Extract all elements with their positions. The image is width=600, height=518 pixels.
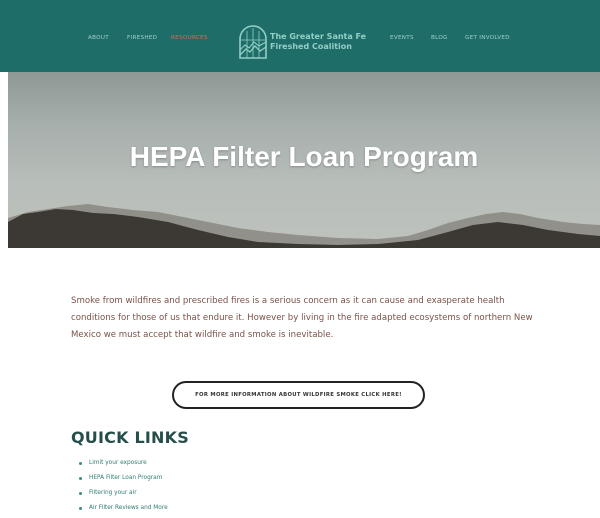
quick-links-list: Limit your exposure HEPA Filter Loan Pro…	[79, 456, 168, 516]
hero-banner: HEPA Filter Loan Program	[8, 72, 600, 248]
nav-item-events[interactable]: EVENTS	[390, 35, 414, 41]
nav-item-resources[interactable]: RESOURCES	[171, 35, 208, 41]
nav-item-fireshed[interactable]: FIRESHED	[127, 35, 157, 41]
site-header: ABOUT FIRESHED RESOURCES The Greater San…	[0, 0, 600, 72]
list-item: Air Filter Reviews and More	[79, 501, 168, 516]
intro-paragraph: Smoke from wildfires and prescribed fire…	[71, 296, 533, 340]
nav-item-about[interactable]: ABOUT	[88, 35, 109, 41]
quick-links-heading: QUICK LINKS	[71, 428, 189, 447]
quick-link-air-filter-reviews[interactable]: Air Filter Reviews and More	[89, 505, 168, 511]
quick-link-hepa-filter-loan[interactable]: HEPA Filter Loan Program	[89, 475, 162, 481]
bullet-icon	[79, 462, 82, 465]
bullet-icon	[79, 507, 82, 510]
fireshed-logo-icon	[239, 25, 267, 59]
bullet-icon	[79, 477, 82, 480]
quick-link-limit-exposure[interactable]: Limit your exposure	[89, 460, 147, 466]
wildfire-smoke-info-button[interactable]: FOR MORE INFORMATION ABOUT WILDFIRE SMOK…	[172, 381, 425, 409]
quick-link-filtering-air[interactable]: Filtering your air	[89, 490, 137, 496]
page-title: HEPA Filter Loan Program	[129, 141, 479, 172]
nav-item-get-involved[interactable]: GET INVOLVED	[465, 35, 510, 41]
list-item: Limit your exposure	[79, 456, 168, 471]
logo-line-2: Fireshed Coalition	[270, 42, 352, 51]
list-item: HEPA Filter Loan Program	[79, 471, 168, 486]
bullet-icon	[79, 492, 82, 495]
list-item: Filtering your air	[79, 486, 168, 501]
logo-line-1: The Greater Santa Fe	[270, 32, 367, 41]
site-logo[interactable]: The Greater Santa Fe Fireshed Coalition	[237, 22, 377, 60]
nav-item-blog[interactable]: BLOG	[431, 35, 448, 41]
